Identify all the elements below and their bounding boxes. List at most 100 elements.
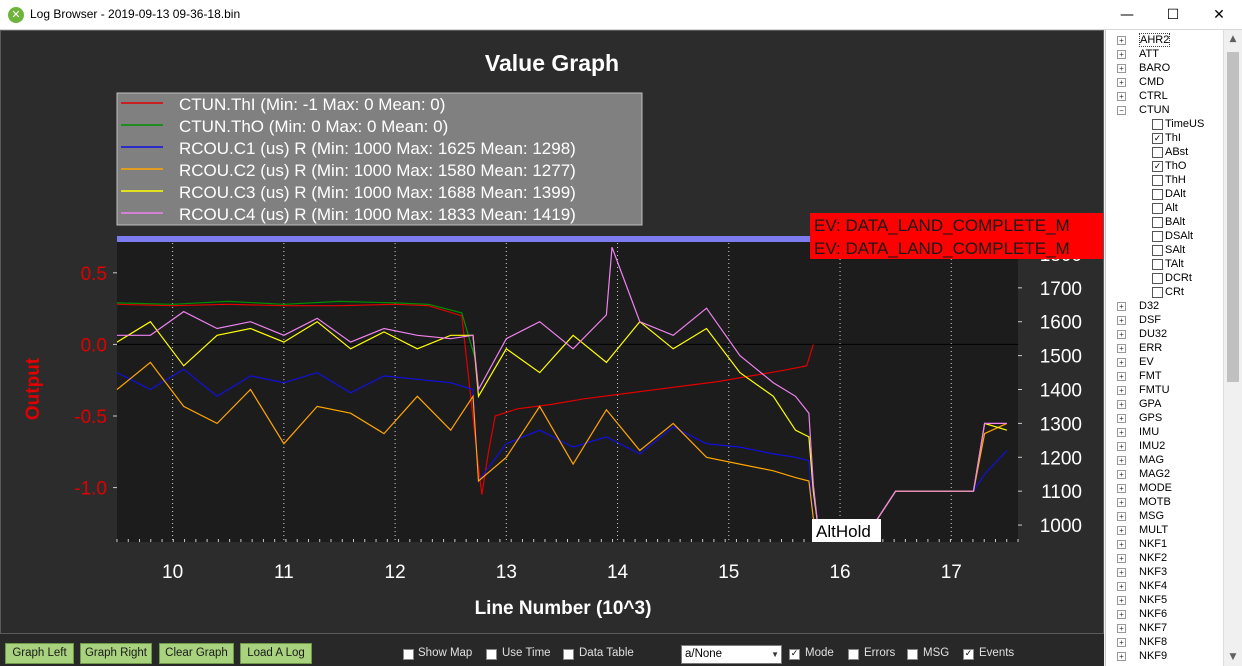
event-labels: EV: DATA_LAND_COMPLETE_M EV: DATA_LAND_C…	[810, 213, 1103, 259]
tree-field-checkbox[interactable]	[1152, 217, 1163, 228]
expand-icon[interactable]: +	[1117, 554, 1126, 563]
expand-icon[interactable]: +	[1117, 400, 1126, 409]
expand-icon[interactable]: +	[1117, 568, 1126, 577]
tree-group-label: FMT	[1139, 370, 1162, 382]
tree-field-checkbox[interactable]	[1152, 231, 1163, 242]
graph-left-button[interactable]: Graph Left	[5, 643, 74, 664]
tree-field-checkbox[interactable]	[1152, 245, 1163, 256]
scroll-thumb[interactable]	[1227, 52, 1239, 382]
expand-icon[interactable]: +	[1117, 330, 1126, 339]
expand-icon[interactable]: +	[1117, 624, 1126, 633]
tree-field-label: DSAlt	[1165, 230, 1194, 242]
chevron-down-icon[interactable]: ▼	[771, 646, 779, 663]
tree-field-checkbox[interactable]: ✓	[1152, 133, 1163, 144]
show-map-checkbox[interactable]	[403, 649, 414, 660]
maximize-button[interactable]: ☐	[1150, 0, 1196, 30]
tree-group-label: IMU	[1139, 426, 1160, 438]
load-log-button[interactable]: Load A Log	[240, 643, 312, 664]
tree-group-label: MODE	[1139, 482, 1172, 494]
tree-group-label: IMU2	[1139, 440, 1166, 452]
x-tick-label: 11	[274, 562, 294, 583]
scroll-down-icon[interactable]: ▼	[1224, 652, 1242, 662]
expand-icon[interactable]: +	[1117, 442, 1126, 451]
tree-field-checkbox[interactable]	[1152, 189, 1163, 200]
y-right-tick-label: 1000	[1040, 516, 1082, 537]
expand-icon[interactable]: +	[1117, 512, 1126, 521]
tree-field-checkbox[interactable]	[1152, 259, 1163, 270]
expand-icon[interactable]: +	[1117, 36, 1126, 45]
use-time-checkbox[interactable]	[486, 649, 497, 660]
expand-icon[interactable]: +	[1117, 540, 1126, 549]
tree-field-checkbox[interactable]	[1152, 175, 1163, 186]
value-graph[interactable]: Value Graph 10 11 12 13 14 15 16 17 0.5 0.0 -0.5 -1…	[0, 30, 1104, 634]
tree-field-label: TAlt	[1165, 258, 1184, 270]
log-tree-view[interactable]: + AHR2 + ATT + BARO + CMD + CTRL − CTUN TimeUS ✓ ThI AB…	[1105, 30, 1224, 666]
msg-checkbox[interactable]	[907, 649, 918, 660]
expand-icon[interactable]: +	[1117, 64, 1126, 73]
y-right-tick-label: 1600	[1040, 313, 1082, 334]
legend: CTUN.ThI (Min: -1 Max: 0 Mean: 0) CTUN.Th…	[116, 92, 643, 226]
tree-group-label: NKF6	[1139, 608, 1168, 620]
tree-field-checkbox[interactable]: ✓	[1152, 161, 1163, 172]
expand-icon[interactable]: +	[1117, 498, 1126, 507]
expand-icon[interactable]: +	[1117, 582, 1126, 591]
expand-icon[interactable]: +	[1117, 50, 1126, 59]
chart-title: Value Graph	[485, 50, 619, 76]
tree-group-label: NKF8	[1139, 636, 1168, 648]
collapse-icon[interactable]: −	[1117, 106, 1126, 115]
tree-field-checkbox[interactable]	[1152, 203, 1163, 214]
mode-checkbox[interactable]: ✓	[789, 649, 800, 660]
y-right-tick-label: 1300	[1040, 414, 1082, 435]
tree-field-label: Alt	[1165, 202, 1178, 214]
tree-group-label: GPS	[1139, 412, 1163, 424]
expand-icon[interactable]: +	[1117, 344, 1126, 353]
expand-icon[interactable]: +	[1117, 652, 1126, 661]
expand-icon[interactable]: +	[1117, 456, 1126, 465]
expand-icon[interactable]: +	[1117, 470, 1126, 479]
expand-icon[interactable]: +	[1117, 386, 1126, 395]
y-axis-label: Output	[23, 357, 44, 420]
expand-icon[interactable]: +	[1117, 638, 1126, 647]
tree-scrollbar[interactable]: ▲ ▼	[1223, 30, 1242, 666]
graph-right-button[interactable]: Graph Right	[80, 643, 152, 664]
mode-label: AltHold	[816, 522, 871, 541]
clear-graph-button[interactable]: Clear Graph	[159, 643, 234, 664]
events-checkbox[interactable]: ✓	[963, 649, 974, 660]
plot-area[interactable]	[117, 237, 1018, 542]
scroll-up-icon[interactable]: ▲	[1224, 34, 1242, 44]
tree-group-label: BARO	[1139, 62, 1171, 74]
x-tick-label: 14	[607, 562, 629, 583]
expand-icon[interactable]: +	[1117, 526, 1126, 535]
expand-icon[interactable]: +	[1117, 78, 1126, 87]
field-select[interactable]: a/None ▼	[681, 645, 782, 664]
expand-icon[interactable]: +	[1117, 316, 1126, 325]
expand-icon[interactable]: +	[1117, 428, 1126, 437]
tree-group-label: CTRL	[1139, 90, 1168, 102]
tree-group-label: CMD	[1139, 76, 1165, 88]
data-table-checkbox[interactable]	[563, 649, 574, 660]
x-tick-label: 12	[385, 562, 406, 583]
tree-field-checkbox[interactable]	[1152, 119, 1163, 130]
expand-icon[interactable]: +	[1117, 372, 1126, 381]
chart-svg[interactable]: Value Graph 10 11 12 13 14 15 16 17 0.5 0.0 -0.5 -1…	[1, 31, 1103, 633]
expand-icon[interactable]: +	[1117, 596, 1126, 605]
tree-group-label: CTUN	[1139, 104, 1170, 116]
expand-icon[interactable]: +	[1117, 610, 1126, 619]
expand-icon[interactable]: +	[1117, 92, 1126, 101]
legend-label: RCOU.C1 (us) R (Min: 1000 Max: 1625 Mean…	[179, 139, 576, 158]
tree-field-checkbox[interactable]	[1152, 287, 1163, 298]
minimize-button[interactable]: —	[1104, 0, 1150, 30]
data-table-label: Data Table	[579, 647, 634, 659]
tree-field-label: ThI	[1165, 132, 1181, 144]
tree-field-checkbox[interactable]	[1152, 147, 1163, 158]
tree-field-checkbox[interactable]	[1152, 273, 1163, 284]
expand-icon[interactable]: +	[1117, 358, 1126, 367]
expand-icon[interactable]: +	[1117, 302, 1126, 311]
expand-icon[interactable]: +	[1117, 484, 1126, 493]
close-button[interactable]: ✕	[1196, 0, 1242, 30]
errors-checkbox[interactable]	[848, 649, 859, 660]
tree-field-label: TimeUS	[1165, 118, 1205, 130]
expand-icon[interactable]: +	[1117, 414, 1126, 423]
x-tick-label: 13	[496, 562, 517, 583]
legend-label: RCOU.C3 (us) R (Min: 1000 Max: 1688 Mean…	[179, 183, 576, 202]
